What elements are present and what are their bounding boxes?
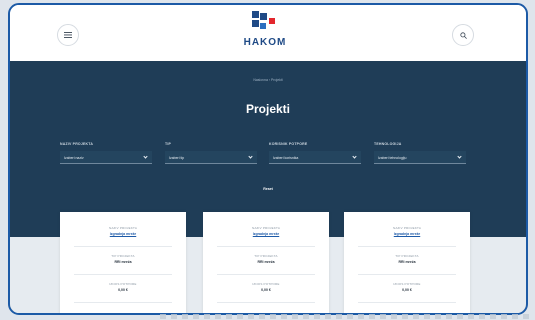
divider bbox=[217, 274, 315, 275]
decorative-dashes bbox=[160, 314, 530, 319]
project-name-link[interactable]: Izgradnja mreže bbox=[203, 232, 329, 236]
breadcrumb[interactable]: Naslovna › Projekti bbox=[10, 78, 526, 82]
filter-label-technology: TEHNOLOGIJA bbox=[374, 142, 402, 146]
filter-select-type[interactable]: Izaberi tip bbox=[165, 151, 257, 164]
logo-mark bbox=[252, 11, 278, 33]
site-header: HAKOM bbox=[10, 5, 526, 61]
hamburger-menu-icon bbox=[64, 32, 72, 38]
card-field-type: TIP PROJEKTA RRI mreža bbox=[203, 254, 329, 264]
field-label: TIP PROJEKTA bbox=[254, 254, 278, 258]
field-label: TIP PROJEKTA bbox=[111, 254, 135, 258]
divider bbox=[358, 246, 456, 247]
field-value: RRI mreža bbox=[257, 260, 275, 264]
filter-select-project-name[interactable]: Izaberi naziv bbox=[60, 151, 152, 164]
filter-select-value: Izaberi tehnologiju bbox=[378, 155, 407, 160]
chevron-down-icon bbox=[248, 154, 253, 159]
card-field-name: NAZIV PROJEKTA Izgradnja mreže bbox=[203, 226, 329, 236]
browser-frame: HAKOM Naslovna › Projekti Projekti NAZIV… bbox=[8, 3, 528, 315]
filter-select-value: Izaberi tip bbox=[169, 155, 185, 160]
field-value: 0,00 € bbox=[261, 288, 271, 292]
divider bbox=[217, 302, 315, 303]
search-button[interactable] bbox=[452, 24, 474, 46]
filter-select-technology[interactable]: Izaberi tehnologiju bbox=[374, 151, 466, 164]
chevron-down-icon bbox=[143, 154, 148, 159]
page-title: Projekti bbox=[245, 102, 290, 116]
hakom-logo[interactable]: HAKOM bbox=[240, 11, 290, 57]
divider bbox=[74, 246, 172, 247]
filter-label-beneficiary: KORISNIK POTPORE bbox=[269, 142, 308, 146]
field-value: RRI mreža bbox=[114, 260, 132, 264]
card-field-name: NAZIV PROJEKTA Izgradnja mreže bbox=[60, 226, 186, 236]
divider bbox=[358, 274, 456, 275]
project-name-link[interactable]: Izgradnja mreže bbox=[60, 232, 186, 236]
filter-select-value: Izaberi naziv bbox=[64, 155, 84, 160]
divider bbox=[358, 302, 456, 303]
divider bbox=[74, 274, 172, 275]
project-card[interactable]: NAZIV PROJEKTA Izgradnja mreže TIP PROJE… bbox=[203, 212, 329, 313]
divider bbox=[74, 302, 172, 303]
chevron-down-icon bbox=[352, 154, 357, 159]
field-label: IZNOS POTPORE bbox=[393, 282, 421, 286]
divider bbox=[217, 246, 315, 247]
field-label: IZNOS POTPORE bbox=[252, 282, 280, 286]
field-label: IZNOS POTPORE bbox=[109, 282, 137, 286]
card-field-type: TIP PROJEKTA RRI mreža bbox=[60, 254, 186, 264]
card-field-amount: IZNOS POTPORE 0,00 € bbox=[60, 282, 186, 292]
field-value: 0,00 € bbox=[402, 288, 412, 292]
card-field-type: TIP PROJEKTA RRI mreža bbox=[344, 254, 470, 264]
field-label: NAZIV PROJEKTA bbox=[251, 226, 281, 230]
project-name-link[interactable]: Izgradnja mreže bbox=[344, 232, 470, 236]
field-label: NAZIV PROJEKTA bbox=[392, 226, 422, 230]
card-field-name: NAZIV PROJEKTA Izgradnja mreže bbox=[344, 226, 470, 236]
chevron-down-icon bbox=[457, 154, 462, 159]
project-card[interactable]: NAZIV PROJEKTA Izgradnja mreže TIP PROJE… bbox=[60, 212, 186, 313]
card-field-amount: IZNOS POTPORE 0,00 € bbox=[344, 282, 470, 292]
project-card[interactable]: NAZIV PROJEKTA Izgradnja mreže TIP PROJE… bbox=[344, 212, 470, 313]
filter-label-project-name: NAZIV PROJEKTA bbox=[60, 142, 94, 146]
card-field-amount: IZNOS POTPORE 0,00 € bbox=[203, 282, 329, 292]
field-value: 0,00 € bbox=[118, 288, 128, 292]
menu-button[interactable] bbox=[57, 24, 79, 46]
reset-filters-link[interactable]: Reset bbox=[10, 187, 526, 191]
filter-select-value: Izaberi korisnika bbox=[273, 155, 299, 160]
filter-label-type: TIP bbox=[165, 142, 172, 146]
filter-select-beneficiary[interactable]: Izaberi korisnika bbox=[269, 151, 361, 164]
field-label: NAZIV PROJEKTA bbox=[108, 226, 138, 230]
search-icon bbox=[459, 31, 467, 39]
field-value: RRI mreža bbox=[398, 260, 416, 264]
field-label: TIP PROJEKTA bbox=[395, 254, 419, 258]
logo-text: HAKOM bbox=[243, 37, 287, 48]
